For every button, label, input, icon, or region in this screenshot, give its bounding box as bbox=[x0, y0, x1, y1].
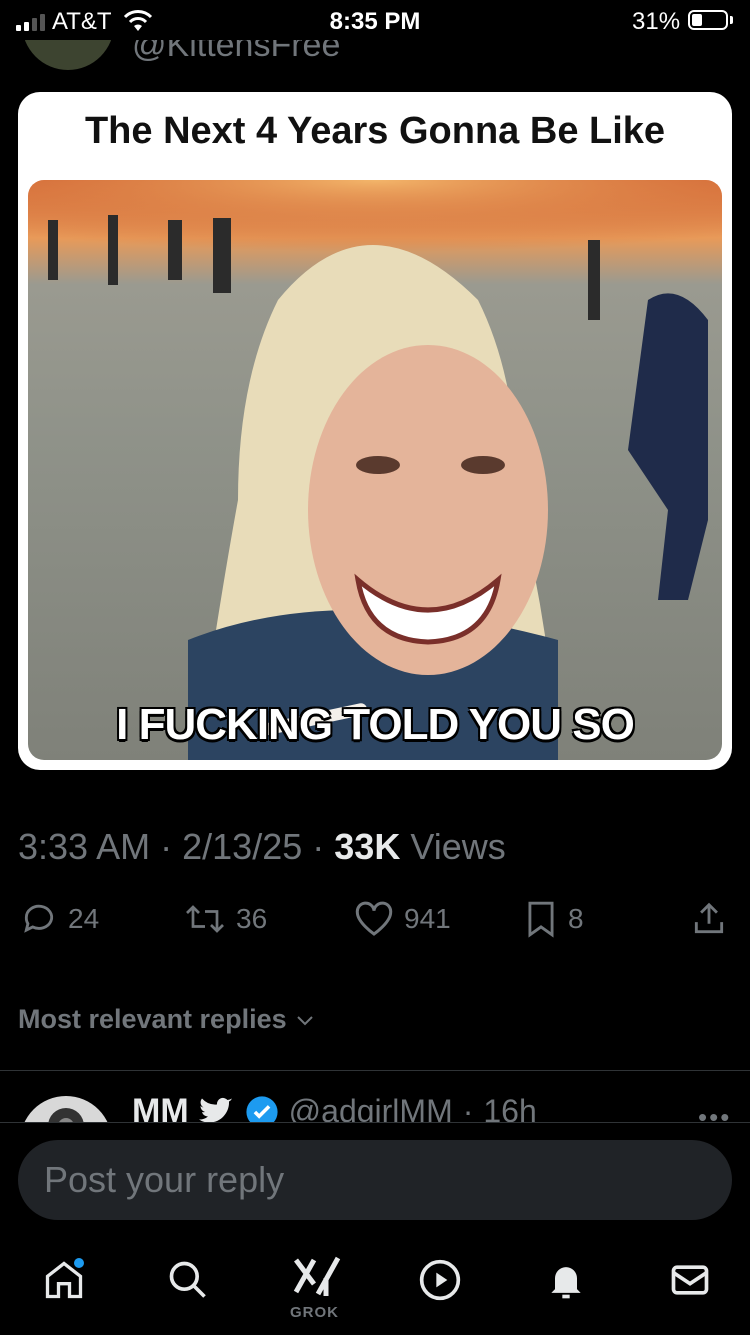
search-icon bbox=[169, 1261, 206, 1298]
nav-messages[interactable] bbox=[668, 1258, 712, 1307]
notification-dot bbox=[74, 1258, 84, 1268]
divider bbox=[0, 1070, 750, 1071]
share-icon bbox=[694, 902, 724, 934]
bottom-nav: GROK bbox=[0, 1244, 750, 1334]
bookmark-count: 8 bbox=[568, 903, 584, 934]
views-count: 33K bbox=[334, 826, 401, 867]
bell-icon bbox=[551, 1267, 581, 1299]
battery-percent: 31% bbox=[632, 8, 681, 35]
battery-cap bbox=[730, 16, 733, 24]
meme-overlay-text: I FUCKING TOLD YOU SO bbox=[116, 700, 635, 749]
repost-button[interactable]: 36 bbox=[184, 900, 267, 938]
share-button[interactable] bbox=[690, 900, 728, 938]
like-button[interactable]: 941 bbox=[354, 900, 451, 938]
grok-icon bbox=[293, 1256, 341, 1296]
heart-icon bbox=[355, 901, 393, 936]
reply-count: 24 bbox=[68, 903, 100, 934]
play-icon bbox=[419, 1259, 461, 1301]
post-meta: 3:33 AM · 2/13/25 · 33K Views bbox=[18, 826, 506, 868]
mail-icon bbox=[671, 1265, 709, 1295]
meme-photo: I FUCKING TOLD YOU SO bbox=[28, 180, 722, 760]
nav-grok[interactable] bbox=[290, 1254, 342, 1305]
post-time: 3:33 AM bbox=[18, 826, 151, 867]
nav-notifications[interactable] bbox=[544, 1258, 588, 1307]
grok-label: GROK bbox=[290, 1304, 339, 1321]
nav-home[interactable] bbox=[42, 1258, 86, 1307]
action-bar: 24 36 941 8 bbox=[0, 900, 750, 956]
status-bar: AT&T 8:35 PM 31% bbox=[0, 0, 750, 40]
post-media[interactable]: The Next 4 Years Gonna Be Like I FUCKING… bbox=[18, 92, 732, 770]
chevron-down-icon bbox=[296, 1015, 313, 1025]
views-label: Views bbox=[410, 826, 506, 867]
reply-icon bbox=[24, 904, 54, 933]
post-date: 2/13/25 bbox=[182, 826, 303, 867]
reply-button[interactable]: 24 bbox=[20, 900, 99, 938]
meme-illustration bbox=[28, 180, 722, 760]
meta-separator: · bbox=[160, 826, 173, 867]
nav-search[interactable] bbox=[166, 1258, 210, 1307]
repost-icon bbox=[186, 905, 224, 933]
reply-input[interactable]: Post your reply bbox=[18, 1140, 732, 1220]
like-count: 941 bbox=[404, 903, 451, 934]
bookmark-button[interactable]: 8 bbox=[524, 900, 584, 938]
bookmark-icon bbox=[528, 901, 554, 938]
battery-icon bbox=[688, 10, 728, 30]
nav-video[interactable] bbox=[418, 1258, 462, 1307]
meta-separator: · bbox=[312, 826, 325, 867]
replies-sort-dropdown[interactable]: Most relevant replies bbox=[18, 1004, 317, 1035]
meme-caption: The Next 4 Years Gonna Be Like bbox=[84, 110, 666, 152]
repost-count: 36 bbox=[236, 903, 268, 934]
replies-sort-label: Most relevant replies bbox=[18, 1004, 287, 1034]
